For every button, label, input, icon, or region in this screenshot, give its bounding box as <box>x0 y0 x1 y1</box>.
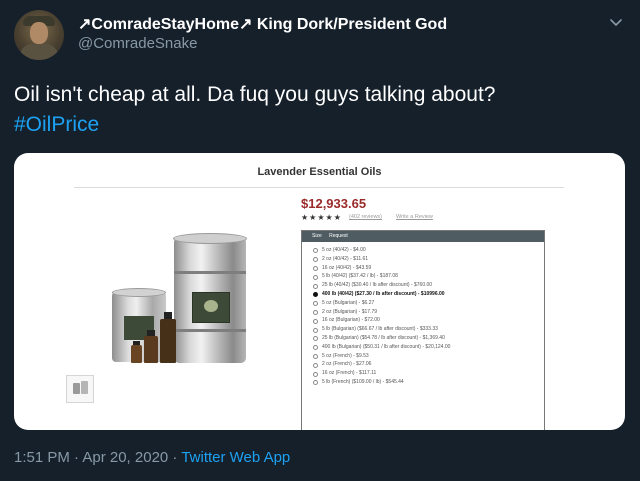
size-option: 2 oz (French) - $27.06 <box>302 360 544 369</box>
tweet-body: Oil isn't cheap at all. Da fuq you guys … <box>14 83 496 106</box>
size-option: 2 oz (40/42) - $11.61 <box>302 255 544 264</box>
size-option: 16 oz (40/42) - $43.59 <box>302 264 544 273</box>
size-option: 25 lb (Bulgarian) ($54.78 / lb after dis… <box>302 334 544 343</box>
tweet-timestamp[interactable]: 1:51 PM · Apr 20, 2020 <box>14 449 168 466</box>
product-price: $12,933.65 <box>301 196 367 211</box>
oil-drum-image <box>173 233 247 363</box>
avatar-face <box>30 22 48 44</box>
reviews-link: (402 reviews) <box>349 214 383 220</box>
drum-label <box>192 292 230 323</box>
size-option: 5 oz (Bulgarian) - $6.27 <box>302 299 544 308</box>
product-thumbnail <box>66 375 94 403</box>
size-option: 400 lb (40/42) ($27.30 / lb after discou… <box>302 290 544 299</box>
avatar-body <box>20 44 58 60</box>
size-option: 5 oz (40/42) - $4.00 <box>302 246 544 255</box>
size-option: 16 oz (French) - $117.11 <box>302 369 544 378</box>
oil-bottle-image <box>144 330 158 363</box>
hashtag-link[interactable]: #OilPrice <box>14 110 614 140</box>
tin-rim <box>112 288 166 297</box>
profile-avatar[interactable] <box>14 10 64 60</box>
product-title: Lavender Essential Oils <box>257 166 382 178</box>
size-option: 5 lb (Bulgarian) ($66.67 / lb after disc… <box>302 325 544 334</box>
size-options-list: 5 oz (40/42) - $4.00 2 oz (40/42) - $11.6… <box>302 242 544 387</box>
size-table-header: Size Request <box>302 231 544 242</box>
drum-band <box>174 329 246 332</box>
size-option: 2 oz (Bulgarian) - $17.79 <box>302 308 544 317</box>
tweet-meta: 1:51 PM · Apr 20, 2020 · Twitter Web App <box>14 449 290 466</box>
size-header: Size <box>312 233 322 239</box>
oil-bottle-image <box>131 341 142 363</box>
request-header: Request <box>329 233 348 239</box>
user-handle[interactable]: @ComradeSnake <box>78 35 197 52</box>
size-option: 5 oz (French) - $9.53 <box>302 352 544 361</box>
drum-rim <box>173 233 247 244</box>
size-option: 16 oz (Bulgarian) - $72.00 <box>302 316 544 325</box>
size-options-table: Size Request 5 oz (40/42) - $4.00 2 oz (4… <box>301 230 545 430</box>
chevron-down-icon[interactable] <box>608 14 624 30</box>
tweet-text: Oil isn't cheap at all. Da fuq you guys … <box>14 80 614 140</box>
size-option: 400 lb (Bulgarian) ($50.31 / lb after di… <box>302 343 544 352</box>
title-divider <box>74 187 564 188</box>
size-option: 5 lb (40/42) ($37.42 / lb) - $187.08 <box>302 272 544 281</box>
oil-bottle-image <box>160 312 176 363</box>
tweet-media-image[interactable]: Lavender Essential Oils $12,933.65 ★★★★★… <box>14 153 625 430</box>
display-name[interactable]: ↗ComradeStayHome↗ King Dork/President Go… <box>78 14 447 34</box>
size-option: 5 lb (French) ($109.00 / lb) - $545.44 <box>302 378 544 387</box>
tweet-source-link[interactable]: Twitter Web App <box>181 449 290 466</box>
write-review-link: Write a Review <box>396 214 433 220</box>
size-option: 25 lb (40/42) ($30.40 / lb after discoun… <box>302 281 544 290</box>
drum-band <box>174 271 246 274</box>
rating-stars-icon: ★★★★★ <box>301 213 342 222</box>
meta-separator: · <box>168 449 182 466</box>
